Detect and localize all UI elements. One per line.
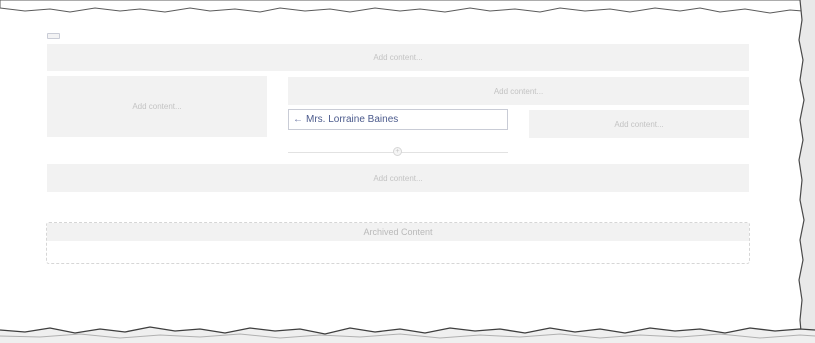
add-content-block-middle[interactable]: Add content... bbox=[288, 77, 749, 105]
breadcrumb[interactable]: Nomination Form · Staff · Main bbox=[60, 0, 169, 9]
layout-toggle-icon[interactable] bbox=[47, 33, 60, 39]
add-content-block-top[interactable]: Add content... bbox=[47, 44, 749, 71]
page-canvas: Nomination Form · Staff · Main MPS Add c… bbox=[0, 0, 815, 343]
add-content-label: Add content... bbox=[373, 173, 423, 183]
add-content-label: Add content... bbox=[493, 86, 544, 96]
add-section-icon[interactable]: + bbox=[393, 147, 402, 156]
archived-content-header[interactable]: Archived Content bbox=[47, 223, 749, 241]
add-content-label: Add content... bbox=[614, 119, 664, 129]
add-content-block-bottom[interactable]: Add content... bbox=[47, 164, 749, 192]
top-header-strip: Nomination Form · Staff · Main MPS bbox=[60, 0, 760, 10]
page-indicator: MPS bbox=[620, 0, 638, 9]
add-content-block-left[interactable]: Add content... bbox=[47, 76, 267, 137]
person-field[interactable]: ← Mrs. Lorraine Baines bbox=[288, 109, 508, 130]
archived-content-title: Archived Content bbox=[363, 227, 433, 237]
add-content-block-right[interactable]: Add content... bbox=[529, 110, 749, 138]
torn-edge-right bbox=[798, 0, 815, 343]
add-content-label: Add content... bbox=[132, 102, 182, 111]
person-name: Mrs. Lorraine Baines bbox=[306, 114, 399, 125]
torn-edge-bottom bbox=[0, 326, 815, 343]
left-arrow-icon[interactable]: ← bbox=[293, 114, 303, 125]
archived-content-panel: Archived Content bbox=[46, 222, 750, 264]
add-content-label: Add content... bbox=[373, 53, 423, 62]
